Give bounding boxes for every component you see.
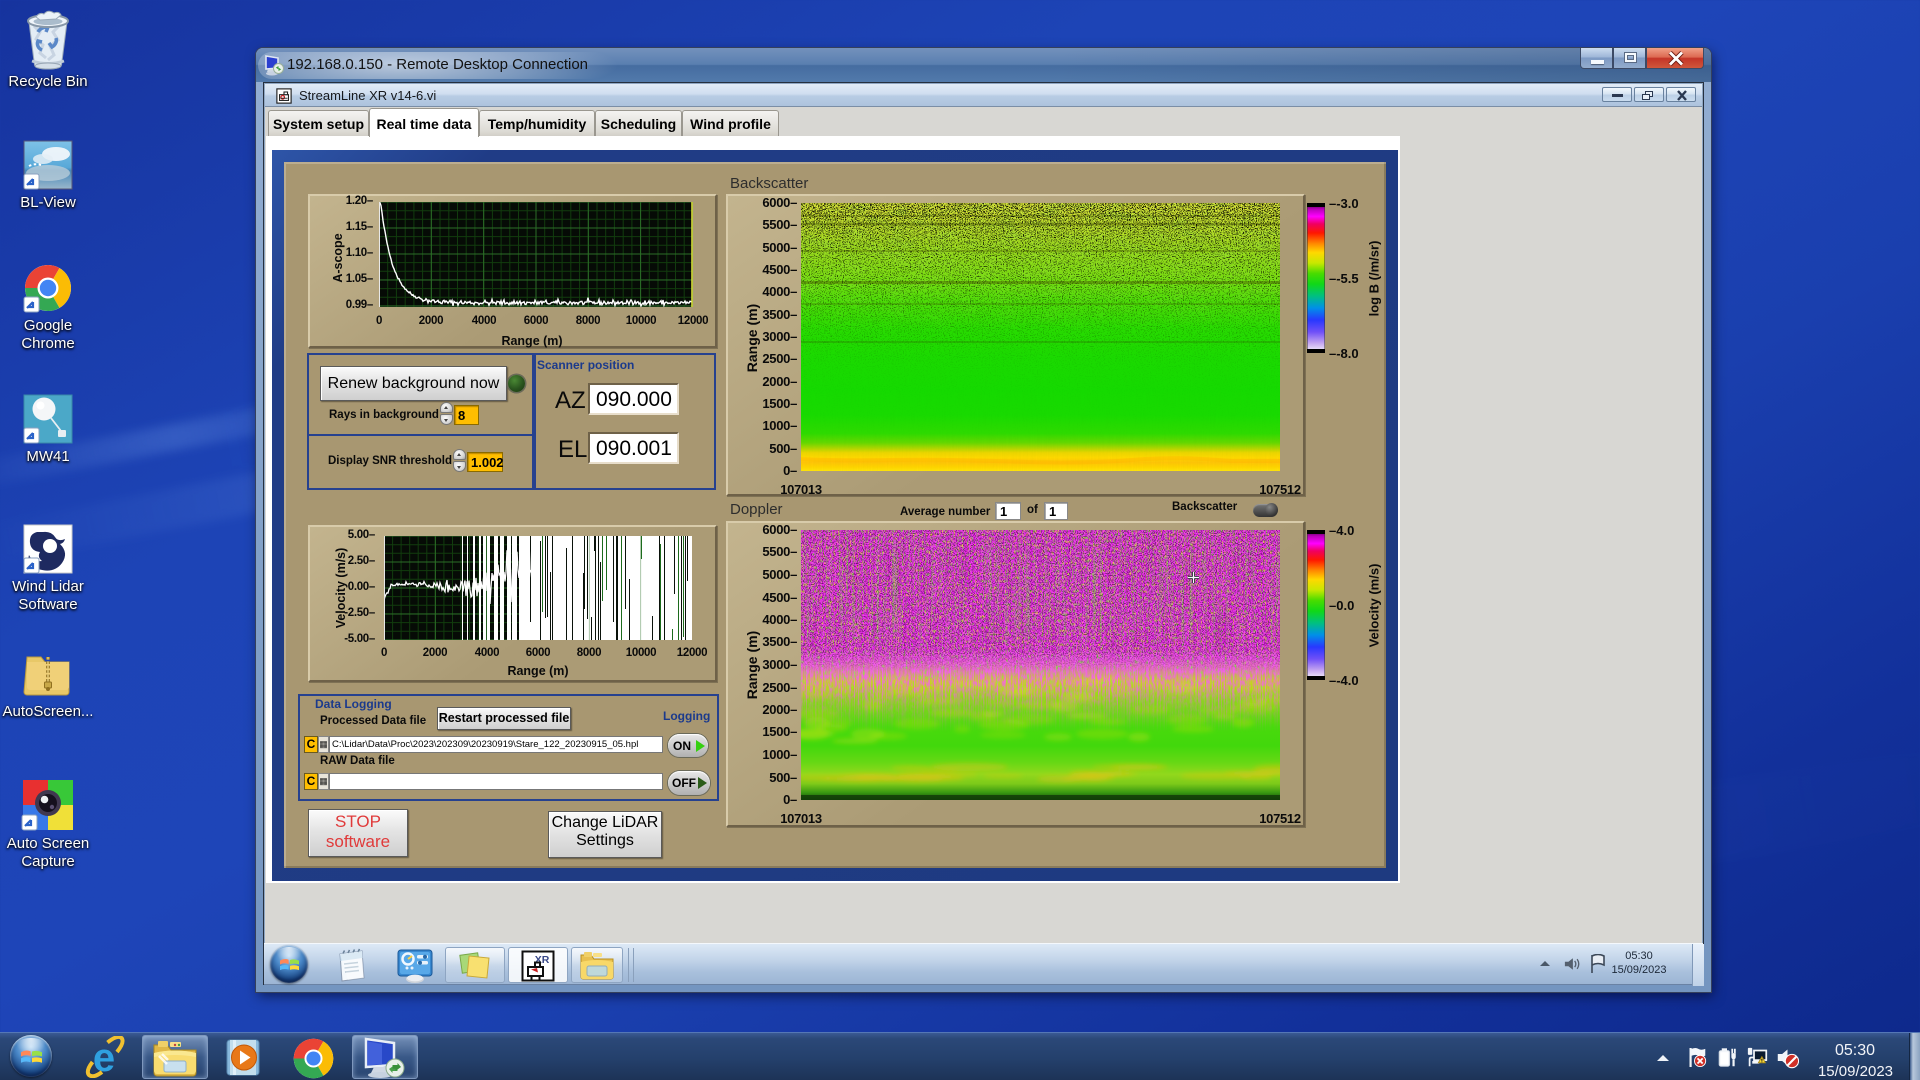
svg-text:XR: XR (535, 954, 550, 966)
svg-text:e: e (93, 1036, 115, 1078)
